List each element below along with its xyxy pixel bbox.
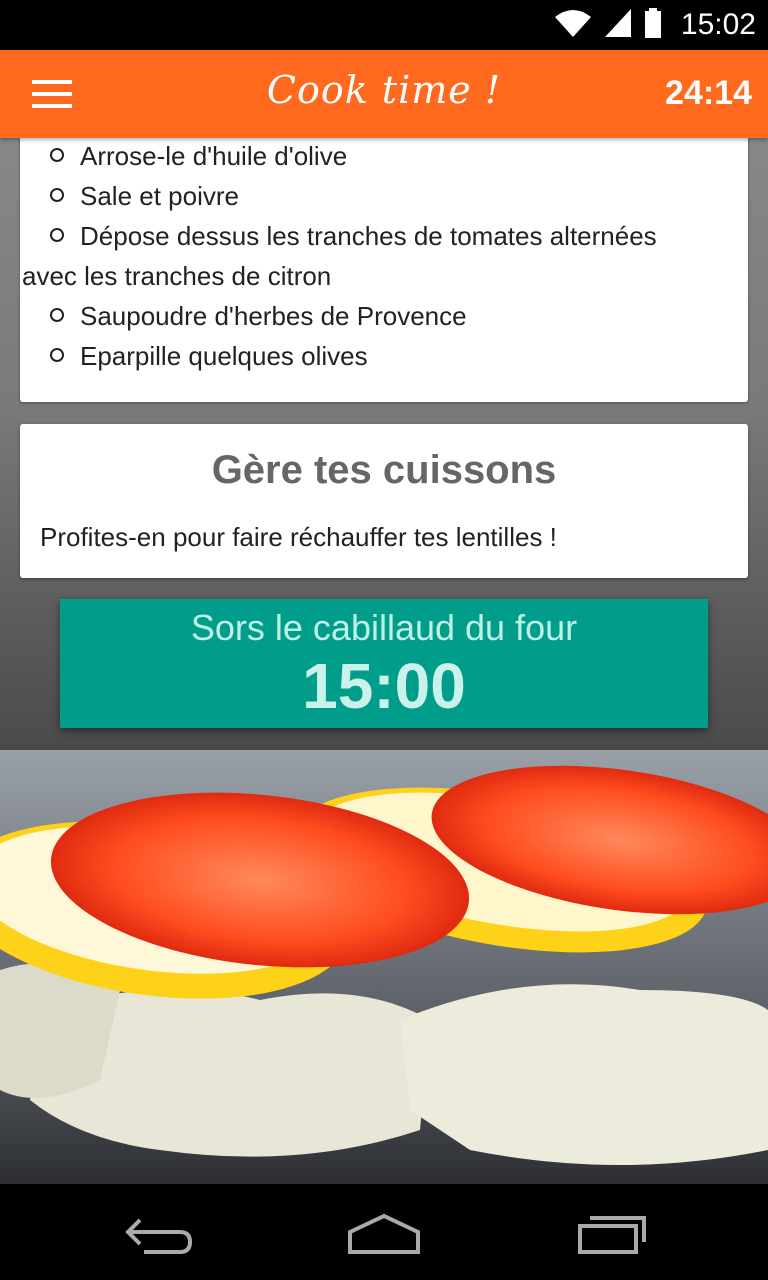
- recipe-steps-card: Arrose-le d'huile d'olive Sale et poivre…: [20, 120, 748, 402]
- list-item: Sale et poivre: [50, 176, 730, 216]
- timer-label: Sors le cabillaud du four: [190, 607, 578, 648]
- bullet-icon: [50, 228, 64, 243]
- bullet-icon: [50, 348, 64, 363]
- back-icon[interactable]: [110, 1202, 210, 1262]
- status-icons: 15:02: [553, 0, 756, 50]
- list-item: Saupoudre d'herbes de Provence: [50, 296, 730, 336]
- bullet-icon: [50, 308, 64, 323]
- list-item-continuation: avec les tranches de citron: [22, 261, 332, 291]
- list-item: Arrose-le d'huile d'olive: [50, 136, 730, 176]
- steps-list: Arrose-le d'huile d'olive Sale et poivre…: [22, 136, 730, 376]
- timer-value: 15:00: [302, 650, 466, 722]
- cooking-card: Gère tes cuissons Profites-en pour faire…: [20, 424, 748, 578]
- app-title: Cook time !: [266, 68, 502, 112]
- app-timer: 24:14: [665, 74, 752, 112]
- food-photo: [0, 750, 768, 1184]
- timer-button[interactable]: Sors le cabillaud du four 15:00: [60, 599, 708, 728]
- cooking-text: Profites-en pour faire réchauffer tes le…: [40, 522, 557, 552]
- status-time: 15:02: [680, 8, 756, 41]
- battery-icon: [643, 7, 663, 44]
- recent-apps-icon[interactable]: [560, 1202, 660, 1262]
- navigation-bar: [0, 1184, 768, 1280]
- list-item: Dépose dessus les tranches de tomates al…: [50, 216, 730, 256]
- list-item: Eparpille quelques olives: [50, 336, 730, 376]
- signal-icon: [603, 7, 633, 44]
- wifi-icon: [553, 7, 593, 44]
- bullet-icon: [50, 188, 64, 203]
- status-bar: 15:02: [0, 0, 768, 50]
- cooking-title: Gère tes cuissons: [211, 448, 557, 492]
- home-icon[interactable]: [334, 1202, 434, 1262]
- app-bar: Cook time ! 24:14: [0, 50, 768, 138]
- bullet-icon: [50, 148, 64, 163]
